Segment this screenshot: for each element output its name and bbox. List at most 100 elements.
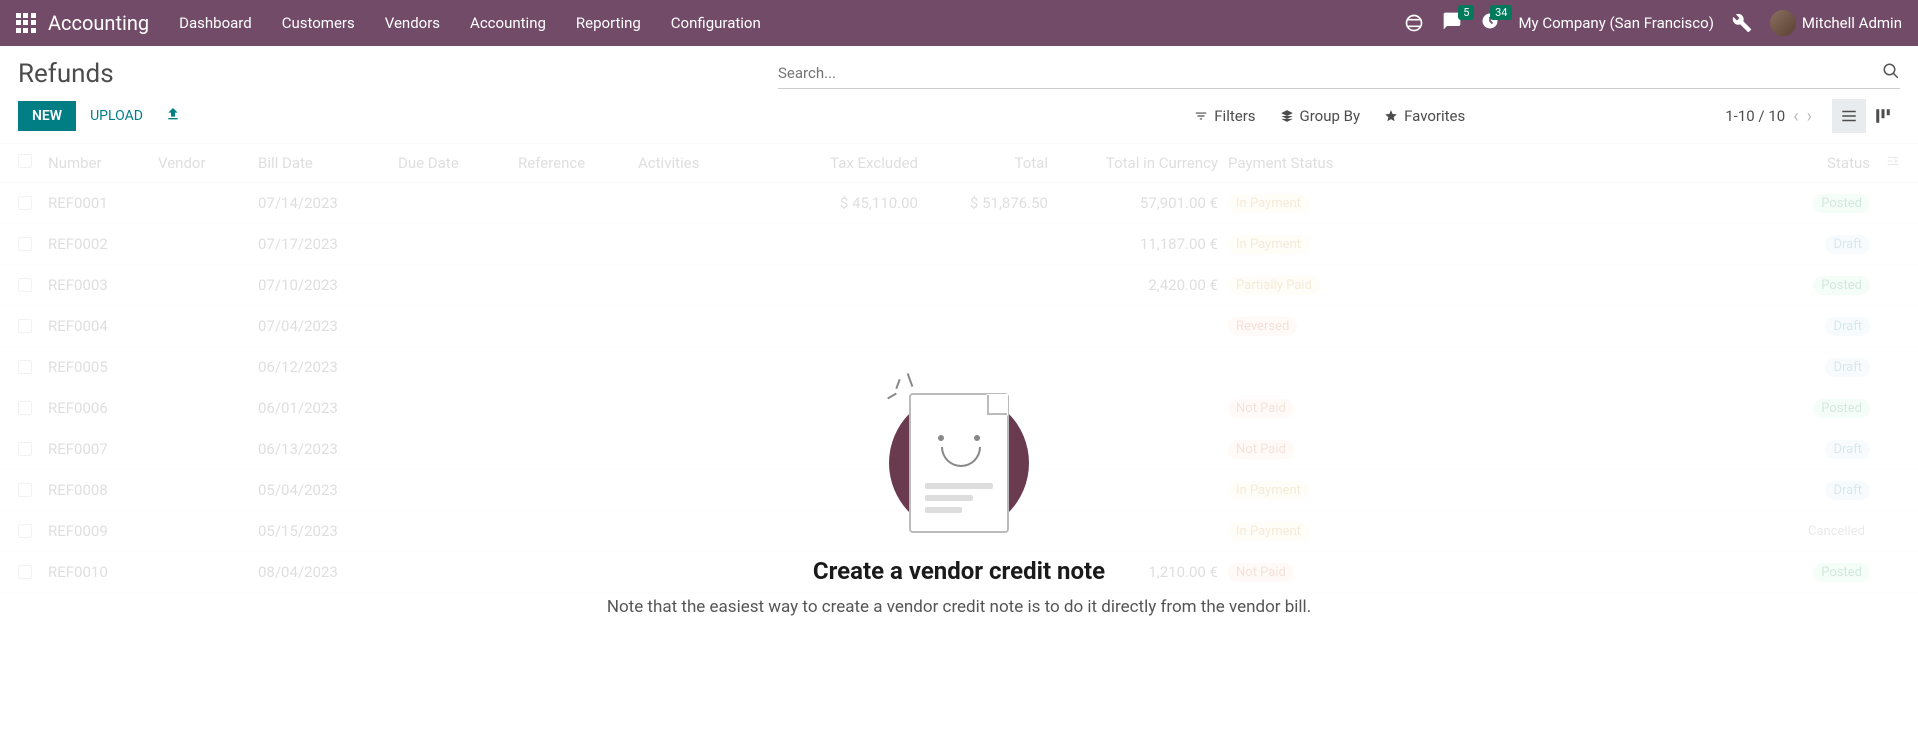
activities-badge: 34 bbox=[1490, 5, 1512, 20]
user-menu[interactable]: Mitchell Admin bbox=[1770, 10, 1902, 36]
cell-bill-date: 06/01/2023 bbox=[258, 399, 398, 417]
table-row[interactable]: REF0001 07/14/2023 $ 45,110.00 $ 51,876.… bbox=[0, 183, 1918, 224]
cell-status: Draft bbox=[1800, 234, 1870, 254]
cell-bill-date: 06/13/2023 bbox=[258, 440, 398, 458]
col-total[interactable]: Total bbox=[918, 154, 1048, 172]
messages-icon[interactable]: 5 bbox=[1442, 11, 1462, 35]
groupby-button[interactable]: Group By bbox=[1280, 107, 1361, 125]
cell-total: $ 51,876.50 bbox=[918, 194, 1048, 212]
cell-number: REF0006 bbox=[48, 399, 158, 417]
cell-payment-status: In Payment bbox=[1228, 234, 1338, 254]
apps-icon[interactable] bbox=[16, 13, 36, 33]
cell-status: Draft bbox=[1800, 480, 1870, 500]
cell-bill-date: 05/04/2023 bbox=[258, 481, 398, 499]
empty-state-title: Create a vendor credit note bbox=[579, 557, 1339, 585]
pager-text[interactable]: 1-10 / 10 bbox=[1725, 107, 1785, 125]
row-checkbox[interactable] bbox=[18, 360, 32, 374]
select-all-checkbox[interactable] bbox=[18, 154, 32, 168]
app-name[interactable]: Accounting bbox=[48, 11, 149, 35]
col-due-date[interactable]: Due Date bbox=[398, 154, 518, 172]
favorites-button[interactable]: Favorites bbox=[1384, 107, 1465, 125]
column-settings-icon[interactable] bbox=[1870, 154, 1900, 172]
table-row[interactable]: REF0004 07/04/2023 Reversed Draft bbox=[0, 306, 1918, 347]
empty-state-icon bbox=[889, 373, 1029, 543]
col-vendor[interactable]: Vendor bbox=[158, 154, 258, 172]
company-selector[interactable]: My Company (San Francisco) bbox=[1518, 14, 1713, 32]
cell-number: REF0002 bbox=[48, 235, 158, 253]
cell-number: REF0007 bbox=[48, 440, 158, 458]
new-button[interactable]: NEW bbox=[18, 101, 76, 131]
nav-item-vendors[interactable]: Vendors bbox=[385, 14, 440, 32]
cell-bill-date: 06/12/2023 bbox=[258, 358, 398, 376]
cell-number: REF0004 bbox=[48, 317, 158, 335]
list-view-icon[interactable] bbox=[1832, 99, 1866, 133]
pager-prev-icon[interactable]: ‹ bbox=[1793, 106, 1798, 127]
cell-number: REF0009 bbox=[48, 522, 158, 540]
cell-total-currency: 11,187.00 € bbox=[1048, 235, 1228, 253]
empty-state-text: Note that the easiest way to create a ve… bbox=[579, 595, 1339, 621]
cell-status: Draft bbox=[1800, 439, 1870, 459]
cell-number: REF0001 bbox=[48, 194, 158, 212]
cell-number: REF0010 bbox=[48, 563, 158, 581]
cell-status: Posted bbox=[1800, 398, 1870, 418]
col-total-currency[interactable]: Total in Currency bbox=[1048, 154, 1228, 172]
upload-button[interactable]: UPLOAD bbox=[76, 101, 157, 131]
row-checkbox[interactable] bbox=[18, 401, 32, 415]
nav-item-dashboard[interactable]: Dashboard bbox=[179, 14, 252, 32]
cell-status: Posted bbox=[1800, 275, 1870, 295]
cell-bill-date: 07/14/2023 bbox=[258, 194, 398, 212]
cell-payment-status: Partially Paid bbox=[1228, 275, 1338, 295]
col-bill-date[interactable]: Bill Date bbox=[258, 154, 398, 172]
filters-button[interactable]: Filters bbox=[1194, 107, 1255, 125]
cell-status: Cancelled bbox=[1800, 521, 1870, 541]
pager-next-icon[interactable]: › bbox=[1807, 106, 1812, 127]
cell-status: Draft bbox=[1800, 357, 1870, 377]
avatar bbox=[1770, 10, 1796, 36]
col-status[interactable]: Status bbox=[1800, 154, 1870, 172]
row-checkbox[interactable] bbox=[18, 319, 32, 333]
nav-item-accounting[interactable]: Accounting bbox=[470, 14, 546, 32]
col-reference[interactable]: Reference bbox=[518, 154, 638, 172]
cell-total-currency: 57,901.00 € bbox=[1048, 194, 1228, 212]
nav-item-customers[interactable]: Customers bbox=[282, 14, 355, 32]
search-input[interactable] bbox=[778, 64, 1882, 82]
user-name: Mitchell Admin bbox=[1802, 14, 1902, 32]
col-payment-status[interactable]: Payment Status bbox=[1228, 154, 1338, 172]
debug-icon[interactable] bbox=[1732, 13, 1752, 33]
support-icon[interactable] bbox=[1404, 13, 1424, 33]
cell-number: REF0003 bbox=[48, 276, 158, 294]
cell-bill-date: 07/04/2023 bbox=[258, 317, 398, 335]
row-checkbox[interactable] bbox=[18, 524, 32, 538]
row-checkbox[interactable] bbox=[18, 237, 32, 251]
cell-status: Draft bbox=[1800, 316, 1870, 336]
row-checkbox[interactable] bbox=[18, 483, 32, 497]
search-icon[interactable] bbox=[1882, 62, 1900, 84]
cell-bill-date: 05/15/2023 bbox=[258, 522, 398, 540]
cell-payment-status: Reversed bbox=[1228, 316, 1338, 336]
col-number[interactable]: Number bbox=[48, 154, 158, 172]
col-tax-excluded[interactable]: Tax Excluded bbox=[768, 154, 918, 172]
table-row[interactable]: REF0002 07/17/2023 11,187.00 € In Paymen… bbox=[0, 224, 1918, 265]
row-checkbox[interactable] bbox=[18, 278, 32, 292]
cell-bill-date: 08/04/2023 bbox=[258, 563, 398, 581]
row-checkbox[interactable] bbox=[18, 565, 32, 579]
messages-badge: 5 bbox=[1458, 5, 1474, 20]
cell-number: REF0008 bbox=[48, 481, 158, 499]
nav-item-configuration[interactable]: Configuration bbox=[671, 14, 761, 32]
cell-total-currency: 2,420.00 € bbox=[1048, 276, 1228, 294]
nav-item-reporting[interactable]: Reporting bbox=[576, 14, 641, 32]
cell-bill-date: 07/17/2023 bbox=[258, 235, 398, 253]
activities-icon[interactable]: 34 bbox=[1480, 11, 1500, 35]
page-title: Refunds bbox=[18, 59, 778, 89]
cell-status: Posted bbox=[1800, 193, 1870, 213]
cell-payment-status: In Payment bbox=[1228, 193, 1338, 213]
upload-icon[interactable] bbox=[165, 106, 181, 126]
cell-number: REF0005 bbox=[48, 358, 158, 376]
cell-status: Posted bbox=[1800, 562, 1870, 582]
row-checkbox[interactable] bbox=[18, 442, 32, 456]
col-activities[interactable]: Activities bbox=[638, 154, 768, 172]
kanban-view-icon[interactable] bbox=[1866, 99, 1900, 133]
cell-bill-date: 07/10/2023 bbox=[258, 276, 398, 294]
table-row[interactable]: REF0003 07/10/2023 2,420.00 € Partially … bbox=[0, 265, 1918, 306]
row-checkbox[interactable] bbox=[18, 196, 32, 210]
